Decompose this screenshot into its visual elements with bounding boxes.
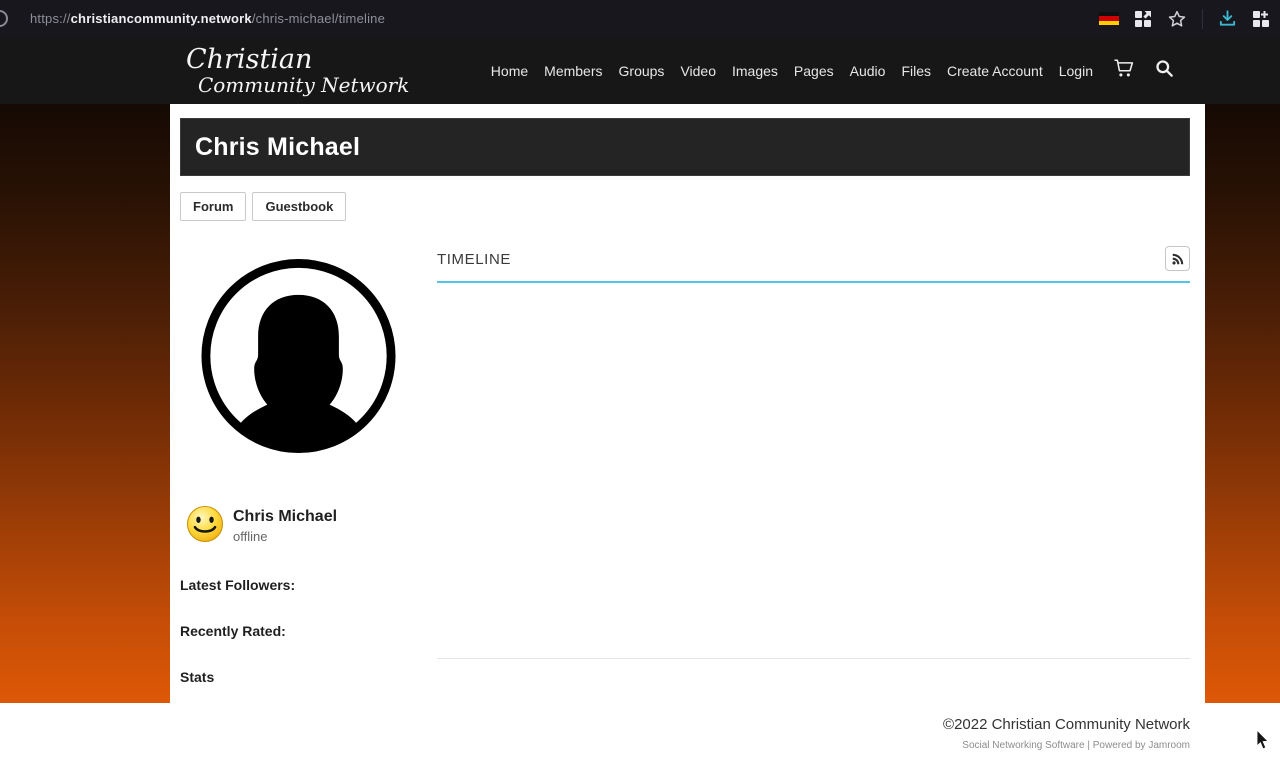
forum-button[interactable]: Forum [180,192,246,221]
nav-item-home[interactable]: Home [491,63,528,79]
browser-address-bar: https://christiancommunity.network/chris… [0,0,1280,37]
url-domain: christiancommunity.network [71,11,252,26]
timeline-header: TIMELINE [437,232,1190,283]
search-icon[interactable] [1155,59,1174,83]
stats-heading: Stats [180,669,427,685]
nav-item-members[interactable]: Members [544,63,602,79]
profile-sidebar: Chris Michael offline Latest Followers: … [180,232,427,685]
cart-icon[interactable] [1113,58,1135,83]
profile-name[interactable]: Chris Michael [233,508,337,526]
powered-by-link[interactable]: Powered by Jamroom [1093,740,1190,751]
profile-title-bar: Chris Michael [180,118,1190,176]
guestbook-button[interactable]: Guestbook [252,192,346,221]
content-panel: Chris Michael Forum Guestbook [170,104,1205,703]
page-title: Chris Michael [195,133,360,162]
logo-line-1: Christian [186,46,409,73]
profile-identity: Chris Michael offline [186,505,427,548]
url-field[interactable]: https://christiancommunity.network/chris… [30,11,385,26]
nav-item-files[interactable]: Files [901,63,931,79]
main-navigation: Home Members Groups Video Images Pages A… [491,58,1280,83]
nav-item-audio[interactable]: Audio [850,63,886,79]
url-path: /chris-michael/timeline [252,11,385,26]
bookmark-star-icon[interactable] [1167,9,1187,29]
rss-feed-button[interactable] [1165,246,1190,271]
timeline-empty-area [437,283,1190,658]
site-logo[interactable]: Christian Community Network [186,46,409,95]
timeline-panel: TIMELINE [437,232,1190,685]
nav-item-pages[interactable]: Pages [794,63,834,79]
tiles-capture-icon[interactable] [1134,10,1152,28]
footer-links: Social Networking Software | Powered by … [0,740,1190,751]
panels-add-icon[interactable] [1252,10,1270,28]
recently-rated-heading: Recently Rated: [180,623,427,639]
nav-item-groups[interactable]: Groups [619,63,665,79]
timeline-divider [437,658,1190,659]
site-info-icon[interactable] [0,10,8,27]
downloads-icon[interactable] [1218,9,1237,28]
logo-line-2: Community Network [198,75,409,95]
nav-item-create-account[interactable]: Create Account [947,63,1043,79]
online-status: offline [233,529,337,544]
url-scheme: https:// [30,11,71,26]
footer-separator: | [1085,740,1093,751]
nav-item-video[interactable]: Video [680,63,716,79]
site-footer: ©2022 Christian Community Network Social… [0,703,1280,784]
profile-avatar[interactable] [200,256,397,456]
latest-followers-heading: Latest Followers: [180,577,427,593]
site-header: Christian Community Network Home Members… [0,37,1280,104]
page-background: Chris Michael Forum Guestbook [0,104,1280,703]
software-link[interactable]: Social Networking Software [962,740,1084,751]
nav-item-login[interactable]: Login [1059,63,1093,79]
profile-tab-buttons: Forum Guestbook [180,192,1205,221]
copyright-text: ©2022 Christian Community Network [0,716,1190,733]
toolbar-divider [1202,9,1203,29]
language-flag-germany-icon[interactable] [1099,12,1119,25]
mouse-cursor [1256,730,1272,757]
smiley-status-icon [186,505,224,548]
nav-item-images[interactable]: Images [732,63,778,79]
browser-actions [1099,0,1280,37]
timeline-heading: TIMELINE [437,251,511,268]
